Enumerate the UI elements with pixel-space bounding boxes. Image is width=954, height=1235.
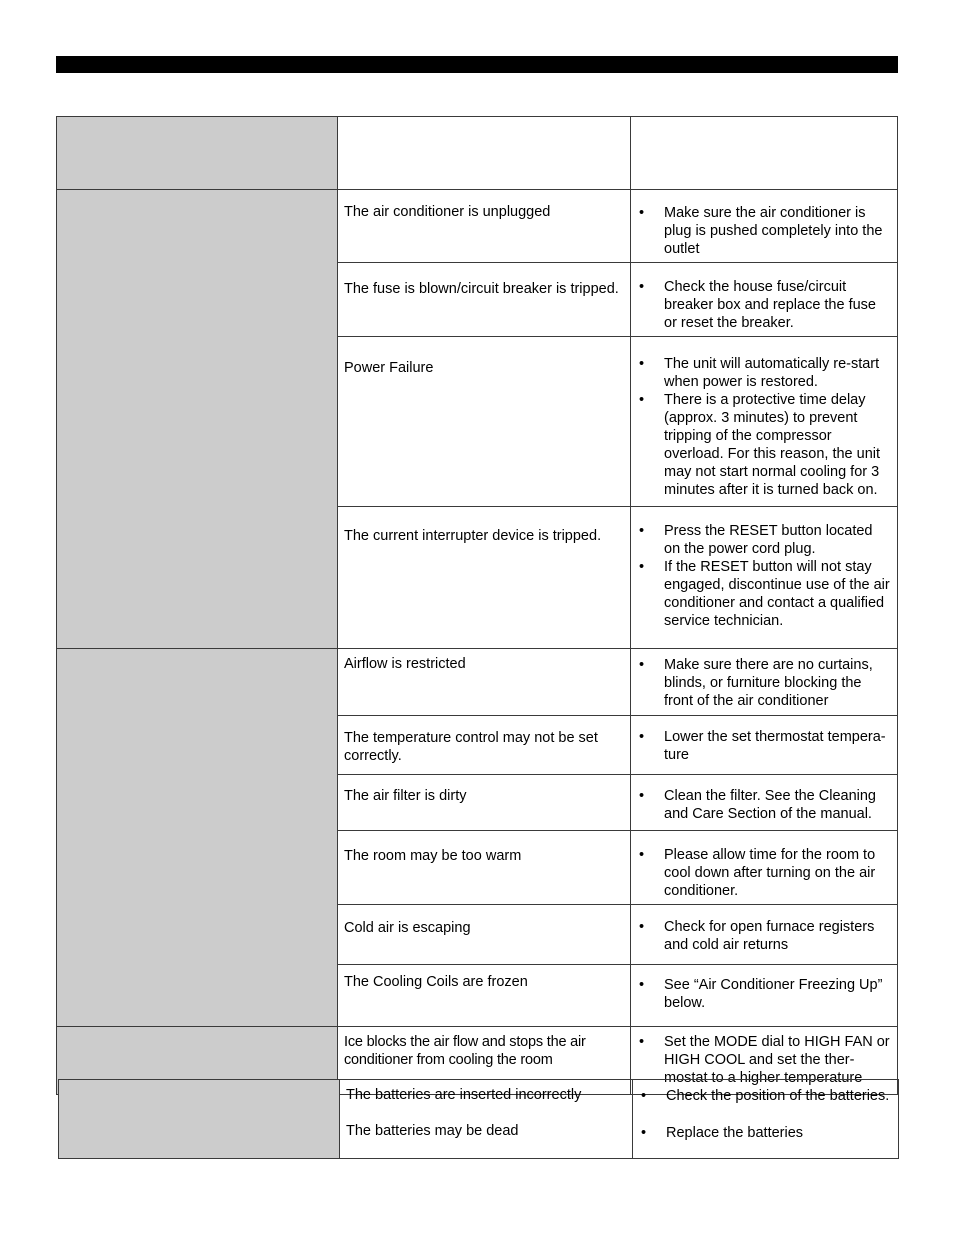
solution-item: Lower the set thermostat tempera-ture: [637, 728, 891, 764]
solution-cell: See “Air Conditioner Freezing Up” below.: [630, 964, 898, 1027]
cause-cell: The batteries are inserted incorrectly T…: [339, 1079, 633, 1159]
solution-cell: Lower the set thermostat tempera-ture: [630, 715, 898, 775]
solution-item: Replace the batteries: [639, 1124, 892, 1142]
solution-item: Check the position of the batteries.: [639, 1087, 892, 1105]
solution-cell: Check the position of the batteries. Rep…: [632, 1079, 899, 1159]
table-row: Airflow is restricted Make sure there ar…: [56, 648, 898, 1027]
cause-cell: Airflow is restricted: [337, 648, 631, 716]
solution-cell: Check the house fuse/circuit breaker box…: [630, 262, 898, 337]
table-row: The air conditioner is unplugged Make su…: [56, 189, 898, 649]
cause-cell: The fuse is blown/circuit breaker is tri…: [337, 262, 631, 337]
header-cause: [337, 116, 631, 190]
solution-item: The unit will automatically re-start whe…: [637, 355, 891, 391]
battery-table: The batteries are inserted incorrectly T…: [58, 1079, 899, 1159]
solution-item: Make sure the air conditioner is plug is…: [637, 204, 891, 258]
solution-item: Please allow time for the room to cool d…: [637, 846, 891, 900]
cause-cell: Power Failure: [337, 336, 631, 507]
cause-cell: The Cooling Coils are frozen: [337, 964, 631, 1027]
table-header-row: [56, 116, 898, 190]
solution-cell: Make sure the air conditioner is plug is…: [630, 189, 898, 263]
solution-cell: Please allow time for the room to cool d…: [630, 830, 898, 905]
solution-cell: Make sure there are no curtains, blinds,…: [630, 648, 898, 716]
solution-item: Make sure there are no curtains, blinds,…: [637, 656, 891, 710]
solution-item: Check for open furnace registers and col…: [637, 918, 891, 954]
header-bar: [56, 56, 898, 73]
solution-item: There is a protective time delay (approx…: [637, 391, 891, 499]
cause-cell: The air conditioner is unplugged: [337, 189, 631, 263]
cause-cell: Cold air is escaping: [337, 904, 631, 965]
cause-item: The batteries may be dead: [346, 1123, 519, 1139]
solution-item: Press the RESET button located on the po…: [637, 522, 891, 558]
category-cell: [56, 648, 338, 1027]
solution-item: See “Air Conditioner Freezing Up” below.: [637, 976, 891, 1012]
solution-cell: Check for open furnace registers and col…: [630, 904, 898, 965]
solution-cell: The unit will automatically re-start whe…: [630, 336, 898, 507]
cause-cell: The air filter is dirty: [337, 774, 631, 831]
cause-cell: The current interrupter device is trippe…: [337, 506, 631, 649]
solution-item: Clean the filter. See the Cleaning and C…: [637, 787, 891, 823]
solution-cell: Clean the filter. See the Cleaning and C…: [630, 774, 898, 831]
table-row: The batteries are inserted incorrectly T…: [58, 1079, 899, 1159]
category-cell: [56, 189, 338, 649]
solution-cell: Press the RESET button located on the po…: [630, 506, 898, 649]
troubleshooting-table: The air conditioner is unplugged Make su…: [56, 116, 898, 1095]
header-solution: [630, 116, 898, 190]
category-cell: [58, 1079, 340, 1159]
cause-cell: The room may be too warm: [337, 830, 631, 905]
header-problem: [56, 116, 338, 190]
solution-item: Check the house fuse/circuit breaker box…: [637, 278, 891, 332]
cause-item: The batteries are inserted incorrectly: [346, 1087, 582, 1103]
cause-cell: The temperature control may not be set c…: [337, 715, 631, 775]
solution-item: If the RESET button will not stay engage…: [637, 558, 891, 630]
